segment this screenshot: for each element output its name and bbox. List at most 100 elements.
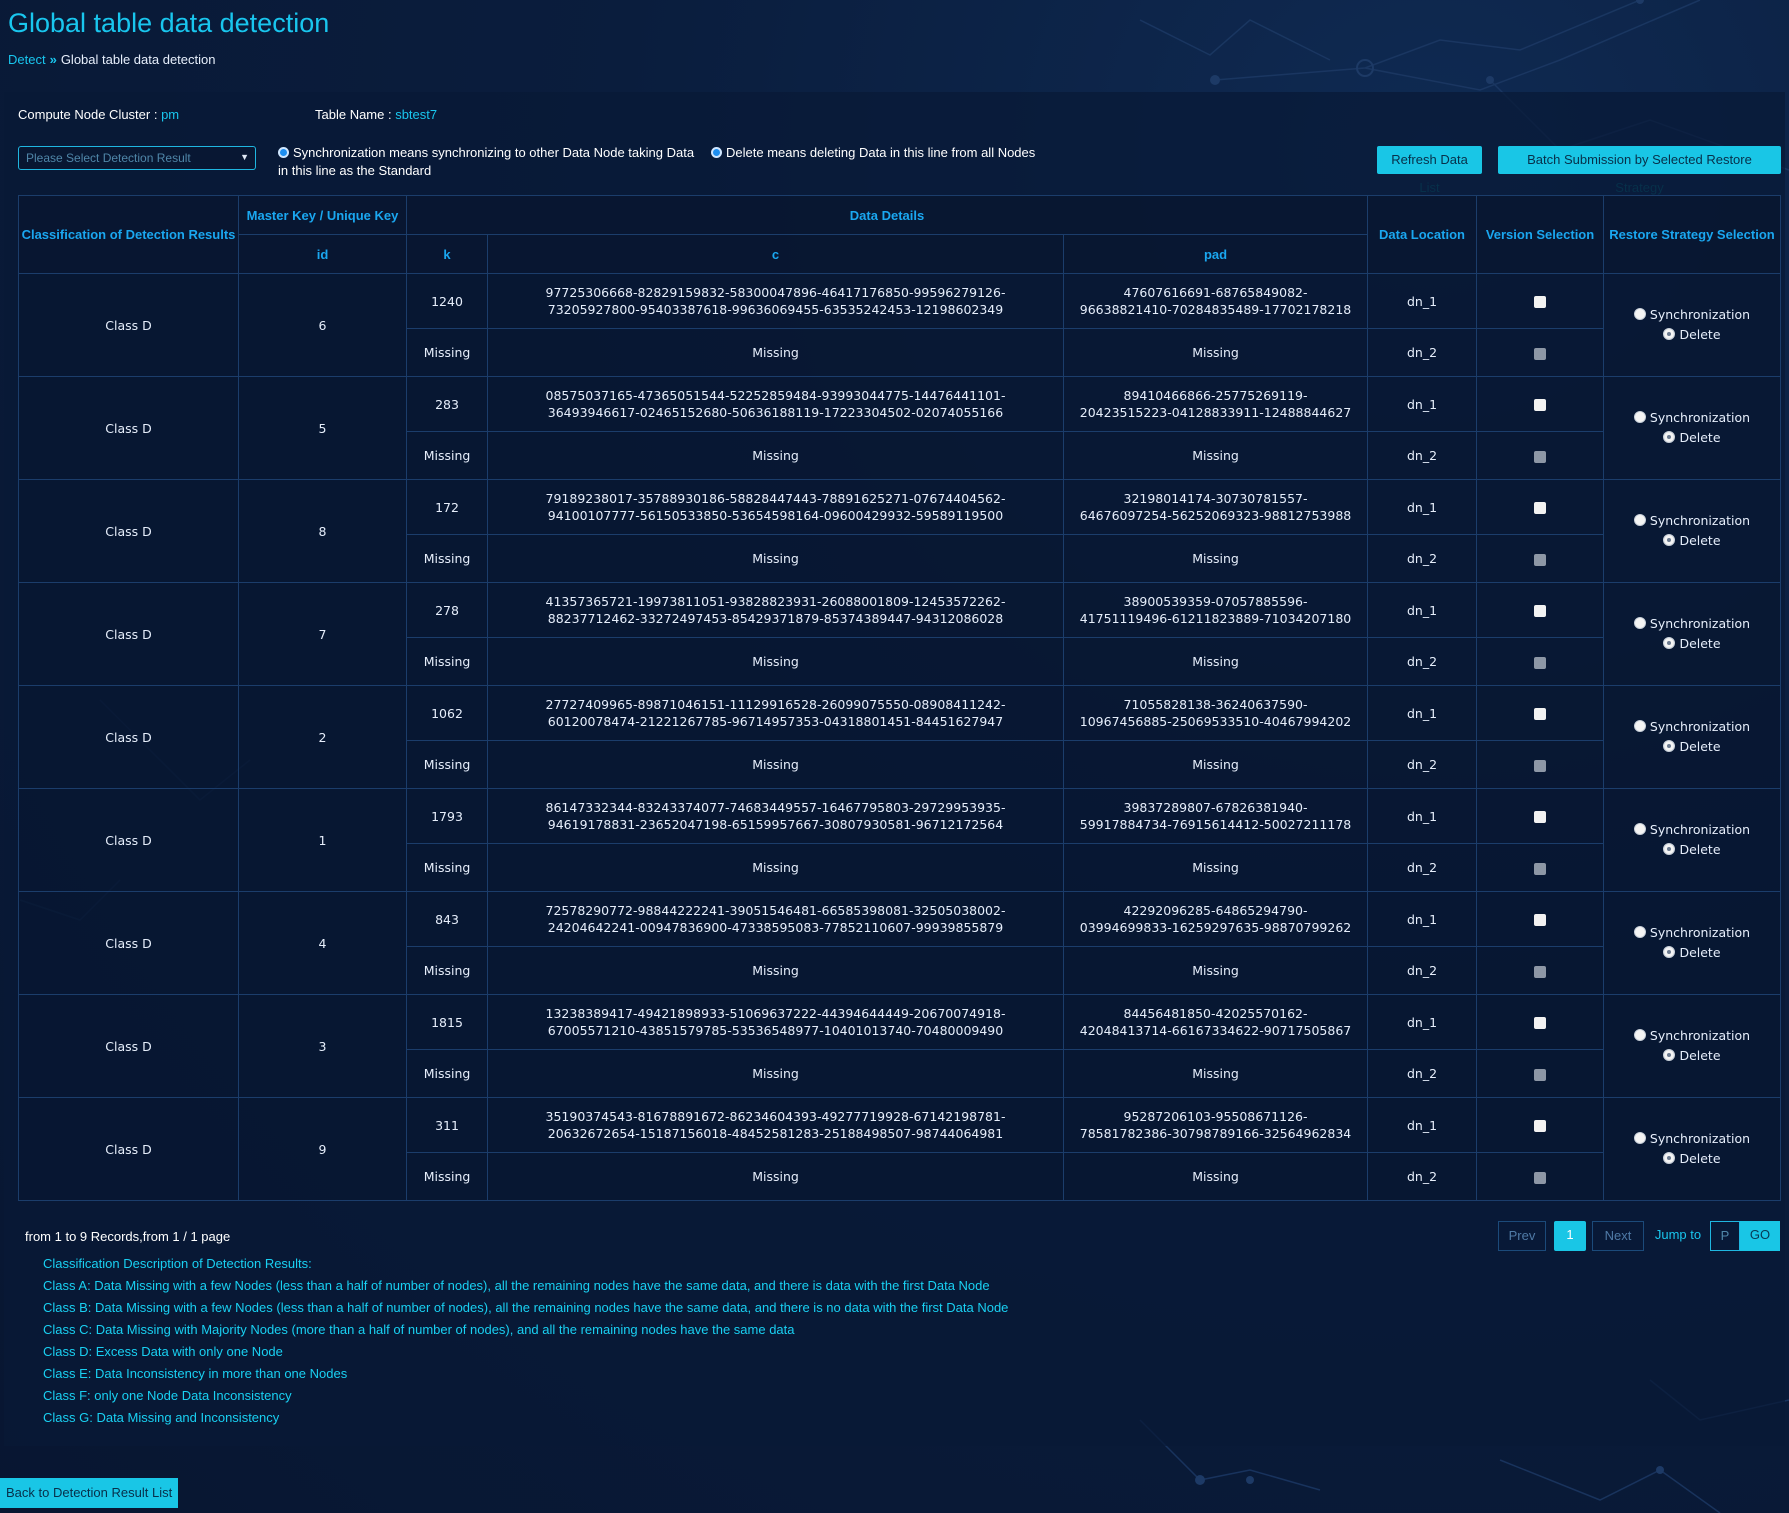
delete-radio[interactable]	[1663, 637, 1676, 649]
version-checkbox[interactable]	[1534, 605, 1546, 617]
legend-item: Class D: Excess Data with only one Node	[43, 1344, 283, 1359]
restore-strategy-cell: Synchronization Delete	[1603, 479, 1781, 583]
table-row: Class D 5 283 08575037165-47365051544-52…	[18, 376, 1781, 480]
breadcrumb-separator-icon: »	[49, 52, 57, 67]
detection-result-select[interactable]: Please Select Detection Result ▼	[18, 146, 256, 170]
synchronization-radio[interactable]	[1633, 308, 1646, 320]
synchronization-radio[interactable]	[1633, 514, 1646, 526]
info-radio-icon	[711, 147, 722, 158]
header-restore-strategy: Restore Strategy Selection	[1603, 195, 1781, 274]
version-checkbox-disabled	[1534, 1068, 1546, 1081]
k-missing-cell: Missing	[406, 431, 488, 480]
table-row: Class D 6 1240 97725306668-82829159832-5…	[18, 273, 1781, 377]
k-missing-cell: Missing	[406, 946, 488, 995]
synchronization-radio[interactable]	[1633, 1029, 1646, 1041]
k-missing-cell: Missing	[406, 1049, 488, 1098]
legend-item: Class G: Data Missing and Inconsistency	[43, 1410, 280, 1425]
prev-page-button[interactable]: Prev	[1498, 1221, 1546, 1251]
delete-note-text: Delete means deleting Data in this line …	[726, 145, 1036, 160]
version-checkbox[interactable]	[1534, 811, 1546, 823]
pad-cell: 89410466866-25775269119- 20423515223-0412…	[1063, 376, 1368, 432]
table-row: Class D 3 1815 13238389417-49421898933-5…	[18, 994, 1781, 1098]
version-select-cell	[1476, 1152, 1604, 1201]
version-checkbox[interactable]	[1534, 1017, 1546, 1029]
c-cell: 97725306668-82829159832-58300047896-4641…	[487, 273, 1064, 329]
delete-radio[interactable]	[1663, 431, 1676, 443]
c-line-1: 41357365721-19973811051-93828823931-2608…	[545, 594, 1006, 609]
refresh-data-list-button[interactable]: Refresh Data List	[1377, 146, 1482, 195]
delete-label: Delete	[1679, 1048, 1721, 1063]
delete-radio[interactable]	[1663, 1049, 1676, 1061]
delete-radio[interactable]	[1663, 740, 1676, 752]
c-line-1: 86147332344-83243374077-74683449557-1646…	[545, 800, 1006, 815]
breadcrumb-detect-link[interactable]: Detect	[8, 52, 46, 67]
pad-line-2: 64676097254-56252069323-98812753988	[1079, 508, 1352, 523]
next-page-button[interactable]: Next	[1592, 1221, 1644, 1251]
c-line-2: 88237712462-33272497453-85429371879-8537…	[547, 611, 1004, 626]
classification-cell: Class D	[18, 994, 239, 1098]
page-jump-input[interactable]: P	[1710, 1221, 1740, 1251]
info-radio-icon	[278, 147, 289, 158]
version-checkbox[interactable]	[1534, 502, 1546, 514]
k-missing-cell: Missing	[406, 1152, 488, 1201]
version-select-cell	[1476, 946, 1604, 995]
classification-cell: Class D	[18, 582, 239, 686]
c-cell: 27727409965-89871046151-11129916528-2609…	[487, 685, 1064, 741]
legend-item: Class A: Data Missing with a few Nodes (…	[43, 1278, 990, 1293]
table-row: Class D 1 1793 86147332344-83243374077-7…	[18, 788, 1781, 892]
pad-line-2: 96638821410-70284835489-17702178218	[1079, 302, 1352, 317]
version-checkbox[interactable]	[1534, 708, 1546, 720]
jump-to-label: Jump to	[1654, 1227, 1702, 1242]
header-pad: pad	[1063, 234, 1368, 274]
pad-cell: 47607616691-68765849082- 96638821410-7028…	[1063, 273, 1368, 329]
version-checkbox[interactable]	[1534, 399, 1546, 411]
c-missing-cell: Missing	[487, 328, 1064, 377]
detection-result-placeholder: Please Select Detection Result	[26, 151, 191, 165]
version-checkbox[interactable]	[1534, 1120, 1546, 1132]
batch-submission-button[interactable]: Batch Submission by Selected Restore Str…	[1498, 146, 1781, 195]
go-button[interactable]: GO	[1740, 1221, 1780, 1251]
version-checkbox[interactable]	[1534, 914, 1546, 926]
delete-radio[interactable]	[1663, 328, 1676, 340]
data-location-cell: dn_2	[1367, 534, 1477, 583]
c-line-2: 36493946617-02465152680-50636188119-1722…	[547, 405, 1004, 420]
version-checkbox[interactable]	[1534, 296, 1546, 308]
version-select-cell	[1476, 479, 1604, 535]
pad-cell: 71055828138-36240637590- 10967456885-2506…	[1063, 685, 1368, 741]
delete-radio[interactable]	[1663, 1152, 1676, 1164]
delete-radio[interactable]	[1663, 534, 1676, 546]
table-row: Class D 4 843 72578290772-98844222241-39…	[18, 891, 1781, 995]
c-line-1: 79189238017-35788930186-58828447443-7889…	[545, 491, 1006, 506]
breadcrumb: Detect» Global table data detection	[8, 52, 215, 67]
id-cell: 1	[238, 788, 407, 892]
delete-radio[interactable]	[1663, 843, 1676, 855]
cluster-label: Compute Node Cluster :	[18, 107, 162, 122]
synchronization-label: Synchronization	[1649, 513, 1751, 528]
c-line-1: 13238389417-49421898933-51069637222-4439…	[545, 1006, 1006, 1021]
synchronization-radio[interactable]	[1633, 720, 1646, 732]
pad-line-2: 03994699833-16259297635-98870799262	[1079, 920, 1352, 935]
pad-line-2: 20423515223-04128833911-12488844627	[1079, 405, 1352, 420]
back-to-results-button[interactable]: Back to Detection Result List	[0, 1478, 179, 1508]
header-master-key: Master Key / Unique Key	[238, 195, 407, 235]
synchronization-radio[interactable]	[1633, 411, 1646, 423]
c-line-2: 20632672654-15187156018-48452581283-2518…	[547, 1126, 1004, 1141]
synchronization-radio[interactable]	[1633, 823, 1646, 835]
data-location-cell: dn_1	[1367, 479, 1477, 535]
c-cell: 35190374543-81678891672-86234604393-4927…	[487, 1097, 1064, 1153]
version-checkbox-disabled	[1534, 450, 1546, 463]
delete-radio[interactable]	[1663, 946, 1676, 958]
k-cell: 278	[406, 582, 488, 638]
synchronization-radio[interactable]	[1633, 617, 1646, 629]
id-cell: 9	[238, 1097, 407, 1201]
c-line-2: 94619178831-23652047198-65159957667-3080…	[547, 817, 1004, 832]
synchronization-radio[interactable]	[1633, 926, 1646, 938]
k-cell: 283	[406, 376, 488, 432]
c-line-2: 60120078474-21221267785-96714957353-0431…	[547, 714, 1004, 729]
synchronization-radio[interactable]	[1633, 1132, 1646, 1144]
header-version-selection: Version Selection	[1476, 195, 1604, 274]
table-row: Class D 8 172 79189238017-35788930186-58…	[18, 479, 1781, 583]
c-line-2: 94100107777-56150533850-53654598164-0960…	[547, 508, 1004, 523]
pad-line-1: 38900539359-07057885596-	[1123, 594, 1308, 609]
page-1-button[interactable]: 1	[1554, 1221, 1586, 1251]
